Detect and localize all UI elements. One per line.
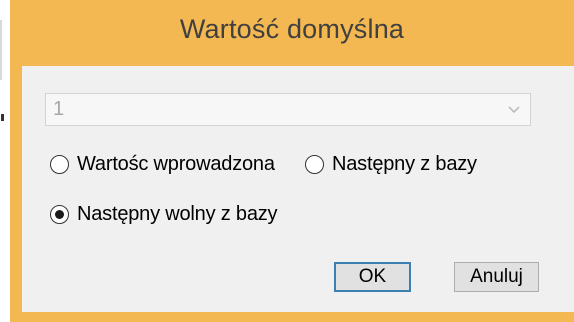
cancel-button[interactable]: Anuluj — [454, 262, 539, 292]
screenshot: Wartość domyślna 1 Wartośc wprowadzona N… — [0, 0, 574, 322]
radio-button-entered-value[interactable] — [50, 155, 69, 174]
dialog-title: Wartość domyślna — [179, 14, 405, 44]
radio-entered-value[interactable]: Wartośc wprowadzona — [50, 153, 275, 176]
radio-button-next-from-db[interactable] — [305, 155, 324, 174]
title-bar[interactable]: Wartość domyślna — [10, 0, 574, 66]
chevron-down-icon[interactable] — [506, 103, 522, 117]
default-value-combobox[interactable]: 1 — [45, 93, 531, 126]
background-window-line — [0, 20, 2, 80]
dialog-window: Wartość domyślna 1 Wartośc wprowadzona N… — [10, 0, 574, 322]
radio-next-from-db[interactable]: Następny z bazy — [305, 153, 477, 176]
radio-next-free-from-db[interactable]: Następny wolny z bazy — [50, 203, 278, 226]
radio-button-next-free-from-db[interactable] — [50, 205, 69, 224]
dialog-client-area: 1 Wartośc wprowadzona Następny z bazy Na… — [22, 66, 574, 312]
radio-label-next-free-from-db: Następny wolny z bazy — [77, 203, 278, 225]
ok-button[interactable]: OK — [334, 262, 411, 292]
radio-label-entered-value: Wartośc wprowadzona — [77, 153, 275, 175]
window-bottom-border — [10, 312, 574, 322]
background-window-edge — [0, 0, 8, 322]
background-window-mark — [1, 114, 4, 121]
radio-label-next-from-db: Następny z bazy — [332, 153, 477, 175]
combobox-value: 1 — [53, 98, 65, 120]
